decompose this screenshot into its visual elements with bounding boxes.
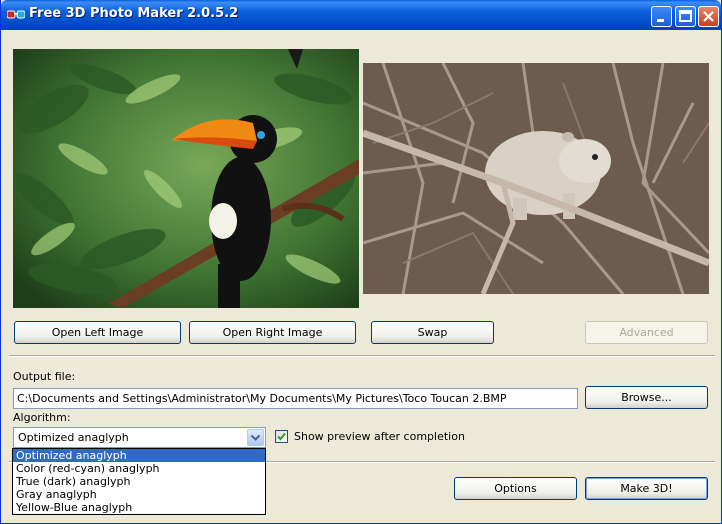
make-3d-button[interactable]: Make 3D! xyxy=(585,477,708,500)
toucan-photo xyxy=(13,49,359,308)
swap-button[interactable]: Swap xyxy=(371,321,494,344)
app-window: Free 3D Photo Maker 2.0.5.2 Open Left Im… xyxy=(0,0,722,524)
algorithm-dropdown-list: Optimized anaglyph Color (red-cyan) anag… xyxy=(12,448,266,515)
options-button[interactable]: Options xyxy=(454,477,577,500)
maximize-button[interactable] xyxy=(675,6,696,27)
minimize-button[interactable] xyxy=(651,6,672,27)
minimize-icon xyxy=(657,19,664,22)
algorithm-label: Algorithm: xyxy=(13,411,71,424)
open-left-image-button[interactable]: Open Left Image xyxy=(14,321,181,344)
3d-glasses-icon xyxy=(7,10,25,19)
browse-button[interactable]: Browse... xyxy=(585,386,708,409)
left-image-preview xyxy=(13,49,359,308)
close-button[interactable] xyxy=(698,6,719,27)
algorithm-option-true-dark[interactable]: True (dark) anaglyph xyxy=(13,475,265,488)
hyrax-photo xyxy=(363,63,709,294)
separator-top xyxy=(9,355,715,357)
chevron-down-icon[interactable] xyxy=(247,429,264,446)
close-icon xyxy=(703,11,714,22)
algorithm-option-gray[interactable]: Gray anaglyph xyxy=(13,488,265,501)
algorithm-option-optimized[interactable]: Optimized anaglyph xyxy=(13,449,265,462)
advanced-button[interactable]: Advanced xyxy=(585,321,708,344)
show-preview-label: Show preview after completion xyxy=(294,430,465,443)
title-bar[interactable]: Free 3D Photo Maker 2.0.5.2 xyxy=(1,0,721,30)
maximize-icon xyxy=(679,10,692,22)
right-image-preview xyxy=(363,63,709,294)
algorithm-option-color-red-cyan[interactable]: Color (red-cyan) anaglyph xyxy=(13,462,265,475)
output-file-field[interactable]: C:\Documents and Settings\Administrator\… xyxy=(13,388,578,409)
open-right-image-button[interactable]: Open Right Image xyxy=(189,321,356,344)
output-file-label: Output file: xyxy=(13,370,76,383)
window-title: Free 3D Photo Maker 2.0.5.2 xyxy=(29,6,239,21)
algorithm-selected-value: Optimized anaglyph xyxy=(18,431,129,444)
show-preview-checkbox[interactable] xyxy=(275,430,288,443)
algorithm-option-yellow-blue[interactable]: Yellow-Blue anaglyph xyxy=(13,501,265,514)
checkmark-icon xyxy=(277,432,286,441)
algorithm-select[interactable]: Optimized anaglyph xyxy=(13,427,266,448)
